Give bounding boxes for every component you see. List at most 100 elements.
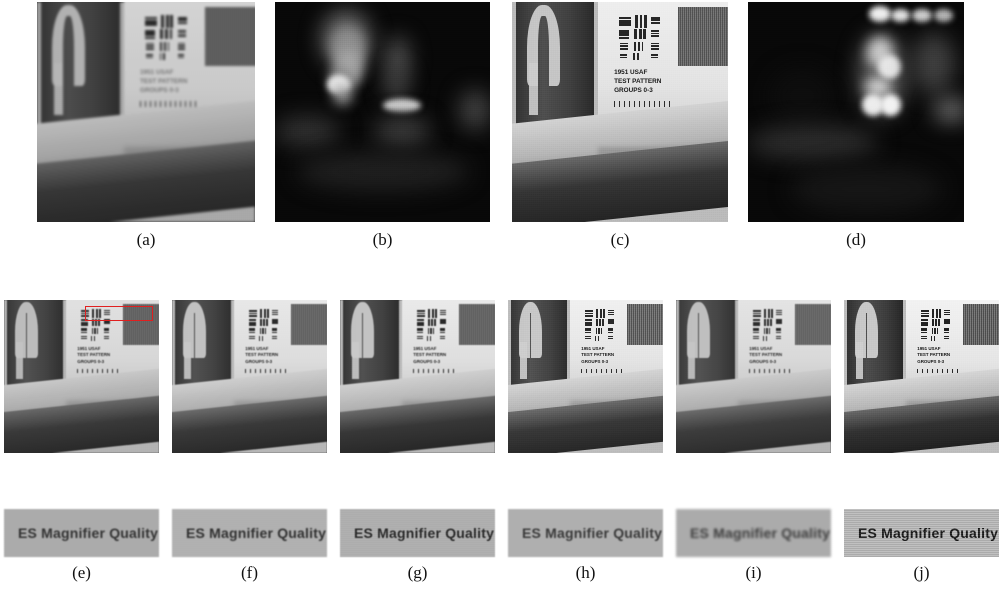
- gradient-blob: [333, 85, 353, 106]
- can-stem-glyph: [688, 342, 695, 379]
- figure-root: ES Magnifier Quality Re1951 USAFTEST PAT…: [0, 0, 1000, 596]
- usaf-test-pattern: [582, 307, 617, 341]
- can-stem-glyph: [184, 342, 191, 379]
- scene-c: ES Magnifier Quality Re1951 USAFTEST PAT…: [512, 2, 728, 222]
- gradient-blob: [890, 8, 910, 22]
- gradient-blob: [791, 164, 943, 214]
- card-pattern-lines: 1951 USAF TEST PATTERN GROUPS 0-3: [917, 346, 950, 365]
- gradient-blob: [386, 68, 407, 104]
- panel-i-full: ES Magnifier Quality Re1951 USAFTEST PAT…: [676, 300, 831, 453]
- crop-j: ES Magnifier Quality: [844, 509, 999, 557]
- card-ruler-scale: [140, 101, 198, 108]
- usaf-test-pattern: [141, 13, 190, 61]
- card-line-line2: TEST PATTERN: [581, 352, 615, 358]
- caption-b: (b): [372, 230, 393, 249]
- crop-text-g: ES Magnifier Quality: [353, 525, 495, 541]
- card-line-line3: GROUPS 0-3: [245, 358, 273, 364]
- card-pattern-lines: 1951 USAF TEST PATTERN GROUPS 0-3: [140, 68, 187, 96]
- caption-crop-g: (g): [407, 563, 428, 582]
- card-ruler-scale: [917, 369, 959, 374]
- card-line-line2: TEST PATTERN: [77, 352, 111, 358]
- can-stem-glyph: [520, 342, 527, 379]
- card-line-line1: 1951 USAF: [140, 68, 174, 76]
- crop-text-i: ES Magnifier Quality: [689, 525, 831, 541]
- card-pattern-lines: 1951 USAF TEST PATTERN GROUPS 0-3: [581, 346, 614, 365]
- caption-crop-e: (e): [72, 563, 91, 582]
- scene-i: ES Magnifier Quality Re1951 USAFTEST PAT…: [676, 300, 831, 453]
- card-line-line2: TEST PATTERN: [140, 77, 188, 85]
- card-line-line2: TEST PATTERN: [614, 77, 662, 85]
- crop-text-e: ES Magnifier Quality: [17, 525, 159, 541]
- usaf-test-pattern: [246, 307, 281, 341]
- card-line-line2: TEST PATTERN: [245, 352, 279, 358]
- card-line-line3: GROUPS 0-3: [413, 358, 441, 364]
- card-pattern-lines: 1951 USAF TEST PATTERN GROUPS 0-3: [77, 346, 110, 365]
- card-line-line3: GROUPS 0-3: [749, 358, 777, 364]
- card-hatch-block: [963, 303, 999, 345]
- crop-f: ES Magnifier Quality: [172, 509, 327, 557]
- crop-text-j: ES Magnifier Quality: [857, 525, 999, 541]
- card-hatch-block: [204, 7, 255, 67]
- card-pattern-lines: 1951 USAF TEST PATTERN GROUPS 0-3: [614, 68, 661, 96]
- crop-h: ES Magnifier Quality: [508, 509, 663, 557]
- card-line-line1: 1951 USAF: [614, 68, 648, 76]
- crop-e: ES Magnifier Quality: [4, 509, 159, 557]
- gradient-blob: [877, 54, 902, 79]
- gradient-map-right-bright: [748, 2, 964, 222]
- gradient-blob: [868, 6, 891, 22]
- card-ruler-scale: [413, 369, 455, 374]
- crop-g: ES Magnifier Quality: [340, 509, 495, 557]
- gradient-blob: [459, 90, 490, 130]
- roi-rectangle: [84, 306, 153, 322]
- gradient-blob: [373, 116, 430, 148]
- card-pattern-lines: 1951 USAF TEST PATTERN GROUPS 0-3: [413, 346, 446, 365]
- card-hatch-block: [459, 303, 495, 345]
- card-ruler-scale: [749, 369, 791, 374]
- panel-e-full: ES Magnifier Quality Re1951 USAFTEST PAT…: [4, 300, 159, 453]
- scene-g: ES Magnifier Quality Re1951 USAFTEST PAT…: [340, 300, 495, 453]
- card-pattern-lines: 1951 USAF TEST PATTERN GROUPS 0-3: [749, 346, 782, 365]
- gradient-blob: [769, 68, 835, 126]
- scene-a: ES Magnifier Quality Re1951 USAFTEST PAT…: [37, 2, 255, 222]
- gradient-blob: [296, 151, 469, 192]
- panel-d: [748, 2, 964, 222]
- card-line-line3: GROUPS 0-3: [917, 358, 945, 364]
- card-line-line3: GROUPS 0-3: [581, 358, 609, 364]
- gradient-blob: [933, 8, 954, 22]
- caption-crop-h: (h): [575, 563, 596, 582]
- card-line-line2: TEST PATTERN: [413, 352, 447, 358]
- scene-f: ES Magnifier Quality Re1951 USAFTEST PAT…: [172, 300, 327, 453]
- usaf-test-pattern: [414, 307, 449, 341]
- gradient-blob: [748, 125, 878, 161]
- panel-h-full: ES Magnifier Quality Re1951 USAFTEST PAT…: [508, 300, 663, 453]
- crop-i: ES Magnifier Quality: [676, 509, 831, 557]
- caption-crop-i: (i): [745, 563, 762, 582]
- panel-j-full: ES Magnifier Quality Re1951 USAFTEST PAT…: [844, 300, 999, 453]
- can-stem-glyph: [856, 342, 863, 379]
- can-stem-glyph: [528, 62, 539, 116]
- caption-c: (c): [610, 230, 630, 249]
- gradient-blob: [912, 32, 956, 95]
- card-line-line3: GROUPS 0-3: [614, 87, 653, 95]
- panel-c: ES Magnifier Quality Re1951 USAFTEST PAT…: [512, 2, 728, 222]
- gradient-map-left-bright: [275, 2, 490, 222]
- usaf-test-pattern: [615, 13, 663, 61]
- usaf-test-pattern: [918, 307, 953, 341]
- card-ruler-scale: [245, 369, 287, 374]
- card-hatch-block: [678, 7, 728, 67]
- card-line-line2: TEST PATTERN: [749, 352, 783, 358]
- card-line-line3: GROUPS 0-3: [140, 87, 179, 95]
- gradient-blob: [275, 116, 340, 148]
- scene-j: ES Magnifier Quality Re1951 USAFTEST PAT…: [844, 300, 999, 453]
- usaf-test-pattern: [750, 307, 785, 341]
- can-stem-glyph: [16, 342, 23, 379]
- panel-a: ES Magnifier Quality Re1951 USAFTEST PAT…: [37, 2, 255, 222]
- caption-crop-j: (j): [913, 563, 930, 582]
- card-hatch-block: [795, 303, 831, 345]
- gradient-blob: [382, 98, 422, 112]
- scene-h: ES Magnifier Quality Re1951 USAFTEST PAT…: [508, 300, 663, 453]
- gradient-blob: [879, 94, 902, 117]
- card-line-line2: TEST PATTERN: [917, 352, 951, 358]
- can-stem-glyph: [352, 342, 359, 379]
- scene-e: ES Magnifier Quality Re1951 USAFTEST PAT…: [4, 300, 159, 453]
